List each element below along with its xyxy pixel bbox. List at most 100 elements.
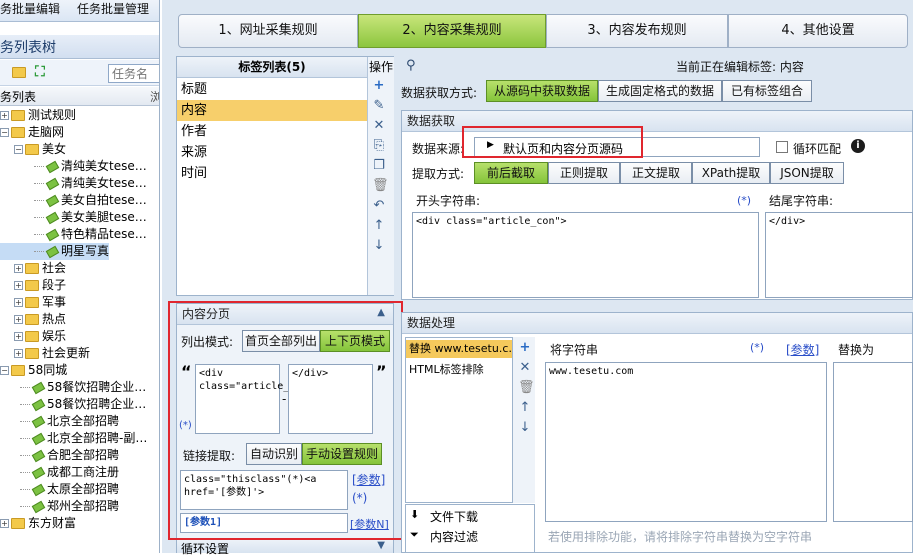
tree-expander-icon[interactable]: − <box>0 128 9 137</box>
tag-list-item[interactable]: 时间 <box>177 163 367 184</box>
method-between[interactable]: 前后截取 <box>474 162 548 184</box>
rule-down-icon[interactable]: ↓ <box>518 421 532 435</box>
step-publish-rules[interactable]: 3、内容发布规则 <box>546 14 728 48</box>
delete-icon[interactable]: ✕ <box>372 119 386 133</box>
tree-task-item[interactable]: 合肥全部招聘 <box>0 447 119 464</box>
info-icon[interactable]: i <box>851 139 865 153</box>
mode-from-source[interactable]: 从源码中获取数据 <box>486 80 598 102</box>
task-search-input[interactable] <box>108 64 159 83</box>
method-regex[interactable]: 正则提取 <box>548 162 620 184</box>
task-tag-icon <box>31 483 46 496</box>
menu-batch-edit[interactable]: 务批量编辑 <box>0 0 60 17</box>
mode-tag-combine[interactable]: 已有标签组合 <box>722 80 812 102</box>
tree-task-item[interactable]: 郑州全部招聘 <box>0 498 119 515</box>
open-folder-icon[interactable] <box>12 67 26 78</box>
menu-batch-manage[interactable]: 任务批量管理 <box>77 0 149 17</box>
copy-icon[interactable]: ⎘ <box>372 139 386 153</box>
mode-fixed-format[interactable]: 生成固定格式的数据 <box>598 80 722 102</box>
processing-title: 数据处理 <box>402 313 912 334</box>
rule-up-icon[interactable]: ↑ <box>518 401 532 415</box>
tree-task-item[interactable]: 明星写真 <box>0 243 110 260</box>
tree-task-item[interactable]: 北京全部招聘 <box>0 413 119 430</box>
tree-folder-item[interactable]: + 军事 <box>0 294 66 311</box>
tree-folder-item[interactable]: + 社会更新 <box>0 345 90 362</box>
tree-task-item[interactable]: 特色精品tese… <box>0 226 147 243</box>
action-content-filter[interactable]: 内容过滤 <box>430 528 478 545</box>
replace-star-link[interactable]: (*) <box>750 341 764 354</box>
end-string-input[interactable]: </div> <box>765 212 913 298</box>
step-other-settings[interactable]: 4、其他设置 <box>728 14 908 48</box>
task-tree-title: 务列表树 <box>0 40 56 56</box>
tree-expander-icon[interactable]: + <box>14 332 23 341</box>
step-content-rules[interactable]: 2、内容采集规则 <box>358 14 546 48</box>
delete-rule-icon[interactable]: ✕ <box>518 361 532 375</box>
tree-folder-item[interactable]: + 社会 <box>0 260 66 277</box>
tree-item-label: 走脑网 <box>28 125 65 139</box>
trash-icon[interactable]: 🗑 <box>372 179 389 193</box>
add-icon[interactable]: + <box>372 79 386 93</box>
tree-expander-icon[interactable]: + <box>0 519 9 528</box>
tree-task-item[interactable]: 58餐饮招聘企业… <box>0 379 146 396</box>
tree-task-item[interactable]: 清纯美女tese… <box>0 158 147 175</box>
replace-param-link[interactable]: [参数] <box>786 341 819 358</box>
step-url-rules[interactable]: 1、网址采集规则 <box>178 14 358 48</box>
undo-icon[interactable]: ↶ <box>372 199 386 213</box>
method-json[interactable]: JSON提取 <box>770 162 844 184</box>
trash-rule-icon[interactable]: 🗑 <box>518 381 535 395</box>
tree-task-item[interactable]: 美女美腿tese… <box>0 209 147 226</box>
tree-task-item[interactable]: 成都工商注册 <box>0 464 119 481</box>
tag-list-item[interactable]: 标题 <box>177 79 367 100</box>
move-down-icon[interactable]: ↓ <box>372 239 386 253</box>
tree-expander-icon[interactable]: − <box>14 145 23 154</box>
action-file-download[interactable]: 文件下载 <box>430 508 478 525</box>
loop-match-checkbox[interactable] <box>776 141 788 153</box>
tree-task-item[interactable]: 58餐饮招聘企业… <box>0 396 146 413</box>
tree-task-item[interactable]: 太原全部招聘 <box>0 481 119 498</box>
method-label: 提取方式: <box>412 167 465 181</box>
task-tag-icon <box>45 177 60 190</box>
tree-item-label: 段子 <box>42 278 67 292</box>
tree-item-label: 美女美腿tese… <box>61 210 147 224</box>
rule-item-html-exclude[interactable]: HTML标签排除 <box>409 361 484 377</box>
start-marker-link[interactable]: (*) <box>737 194 751 207</box>
tree-folder-item[interactable]: + 娱乐 <box>0 328 66 345</box>
tree-expander-icon[interactable]: + <box>14 349 23 358</box>
move-up-icon[interactable]: ↑ <box>372 219 386 233</box>
tree-folder-item[interactable]: + 测试规则 <box>0 107 76 124</box>
tree-task-item[interactable]: 清纯美女tese… <box>0 175 147 192</box>
tree-expander-icon[interactable]: + <box>14 298 23 307</box>
tree-folder-item[interactable]: − 美女 <box>0 141 66 158</box>
tree-expander-icon[interactable]: + <box>14 315 23 324</box>
tag-list-item[interactable]: 来源 <box>177 142 367 163</box>
paste-icon[interactable]: ❐ <box>372 159 386 173</box>
folder-icon <box>25 297 39 308</box>
tag-list-item[interactable]: 作者 <box>177 121 367 142</box>
tree-task-item[interactable]: 北京全部招聘-副… <box>0 430 147 447</box>
tree-folder-item[interactable]: + 热点 <box>0 311 66 328</box>
replace-to-input[interactable] <box>833 362 913 522</box>
expand-all-icon[interactable]: ⛶ <box>35 64 45 80</box>
tree-expander-icon[interactable]: + <box>14 264 23 273</box>
tree-folder-item[interactable]: − 走脑网 <box>0 124 64 141</box>
add-rule-icon[interactable]: + <box>518 341 532 355</box>
tree-folder-item[interactable]: − 58同城 <box>0 362 67 379</box>
tree-expander-icon[interactable]: − <box>0 366 9 375</box>
edit-icon[interactable]: ✎ <box>372 99 386 113</box>
tree-expander-icon[interactable]: + <box>14 281 23 290</box>
rule-item-replace[interactable]: 替换 www.tesetu.c… <box>406 340 512 358</box>
start-string-input[interactable]: <div class="article_con"> <box>412 212 759 298</box>
tree-folder-item[interactable]: + 段子 <box>0 277 66 294</box>
method-xpath[interactable]: XPath提取 <box>692 162 770 184</box>
folder-icon <box>25 280 39 291</box>
task-tag-icon <box>31 449 46 462</box>
tree-expander-icon[interactable]: + <box>0 111 9 120</box>
tree-folder-item[interactable]: + 东方财富 <box>0 515 76 532</box>
method-body[interactable]: 正文提取 <box>620 162 692 184</box>
tree-task-item[interactable]: 美女自拍tese… <box>0 192 147 209</box>
loop-settings-bar[interactable]: 循环设置 ▼ <box>177 538 393 556</box>
replace-from-input[interactable]: www.tesetu.com <box>545 362 827 522</box>
replace-from-label: 将字符串 <box>550 343 599 357</box>
tree-item-label: 特色精品tese… <box>61 227 147 241</box>
tree-item-label: 社会更新 <box>42 346 91 360</box>
tag-list-item[interactable]: 内容 <box>177 100 367 121</box>
